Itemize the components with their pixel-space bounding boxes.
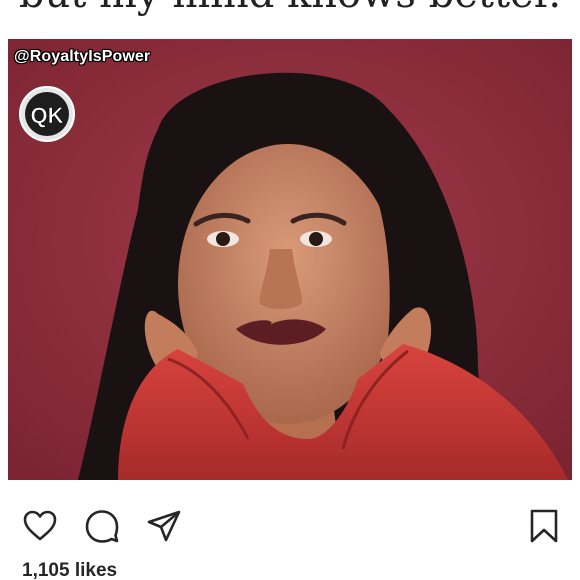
post-action-bar (0, 480, 580, 560)
watermark-handle: @RoyaltyIsPower (14, 48, 151, 65)
send-icon[interactable] (146, 508, 182, 544)
qk-logo-text: QK (31, 103, 64, 128)
likes-count[interactable]: 1,105 likes (22, 560, 117, 580)
comment-icon[interactable] (84, 508, 120, 544)
qk-logo: QK (19, 86, 75, 142)
bookmark-icon[interactable] (526, 508, 562, 544)
heart-icon[interactable] (22, 508, 58, 544)
caption-text: but my mind knows better. (0, 0, 580, 14)
post-photo[interactable]: QK (8, 39, 572, 480)
portrait-image: QK (8, 39, 572, 480)
